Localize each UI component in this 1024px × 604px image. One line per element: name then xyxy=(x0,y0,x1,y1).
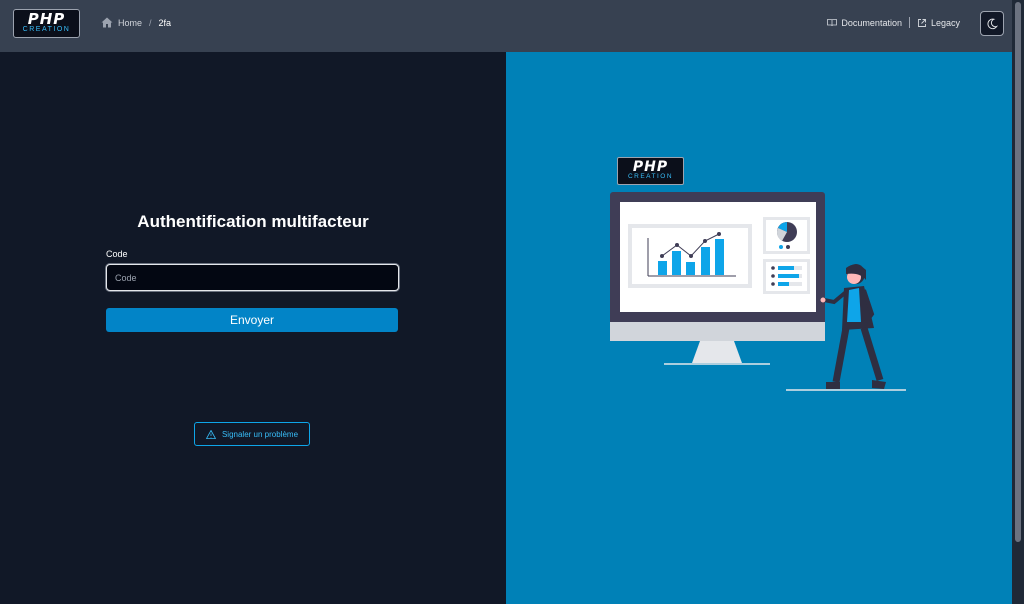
illustration-logo-sub-text: CREATION xyxy=(627,173,674,180)
page-scrollbar[interactable] xyxy=(1012,0,1024,604)
dashboard-presentation-illustration xyxy=(610,192,906,391)
breadcrumb-separator: / xyxy=(149,17,152,28)
logo[interactable]: PHP CREATION xyxy=(13,9,80,38)
link-divider xyxy=(908,17,910,28)
documentation-link[interactable]: Documentation xyxy=(827,18,902,28)
chart-bar xyxy=(701,247,710,275)
chart-bar xyxy=(715,239,724,275)
chart-bar xyxy=(672,251,681,275)
code-label: Code xyxy=(106,249,128,259)
book-icon xyxy=(827,19,838,27)
chart-bar xyxy=(686,262,695,275)
illustration-logo-main-text: PHP xyxy=(632,159,669,175)
report-problem-label: Signaler un problème xyxy=(221,429,299,439)
breadcrumb: Home / 2fa xyxy=(101,17,171,28)
person-figure xyxy=(820,264,886,389)
top-links: Documentation Legacy xyxy=(827,17,960,28)
page-title: Authentification multifacteur xyxy=(137,212,369,231)
illustration-logo: PHP CREATION xyxy=(617,157,684,185)
code-input[interactable] xyxy=(106,264,399,291)
moon-icon xyxy=(987,18,998,29)
breadcrumb-home-link[interactable]: Home xyxy=(118,18,142,28)
logo-main-text: PHP xyxy=(27,10,66,28)
logo-sub-text: CREATION xyxy=(22,26,71,33)
monitor-chin xyxy=(610,322,825,341)
documentation-link-label: Documentation xyxy=(841,17,902,28)
breadcrumb-current: 2fa xyxy=(158,17,172,28)
theme-toggle-button[interactable] xyxy=(980,11,1004,36)
legacy-link[interactable]: Legacy xyxy=(917,18,960,28)
illustration-panel: PHP CREATION xyxy=(506,52,1012,604)
legacy-link-label: Legacy xyxy=(930,17,960,28)
submit-button[interactable]: Envoyer xyxy=(106,308,398,332)
home-icon[interactable] xyxy=(101,17,113,28)
auth-panel: Authentification multifacteur Code Envoy… xyxy=(0,52,506,604)
scrollbar-thumb[interactable] xyxy=(1015,2,1021,542)
external-link-icon xyxy=(918,18,926,27)
chart-bar xyxy=(658,261,667,275)
report-problem-button[interactable]: Signaler un problème xyxy=(194,422,310,446)
warning-triangle-icon xyxy=(205,429,216,439)
monitor-stand xyxy=(692,341,742,363)
top-navbar: PHP CREATION Home / 2fa Documentation Le… xyxy=(0,0,1012,52)
